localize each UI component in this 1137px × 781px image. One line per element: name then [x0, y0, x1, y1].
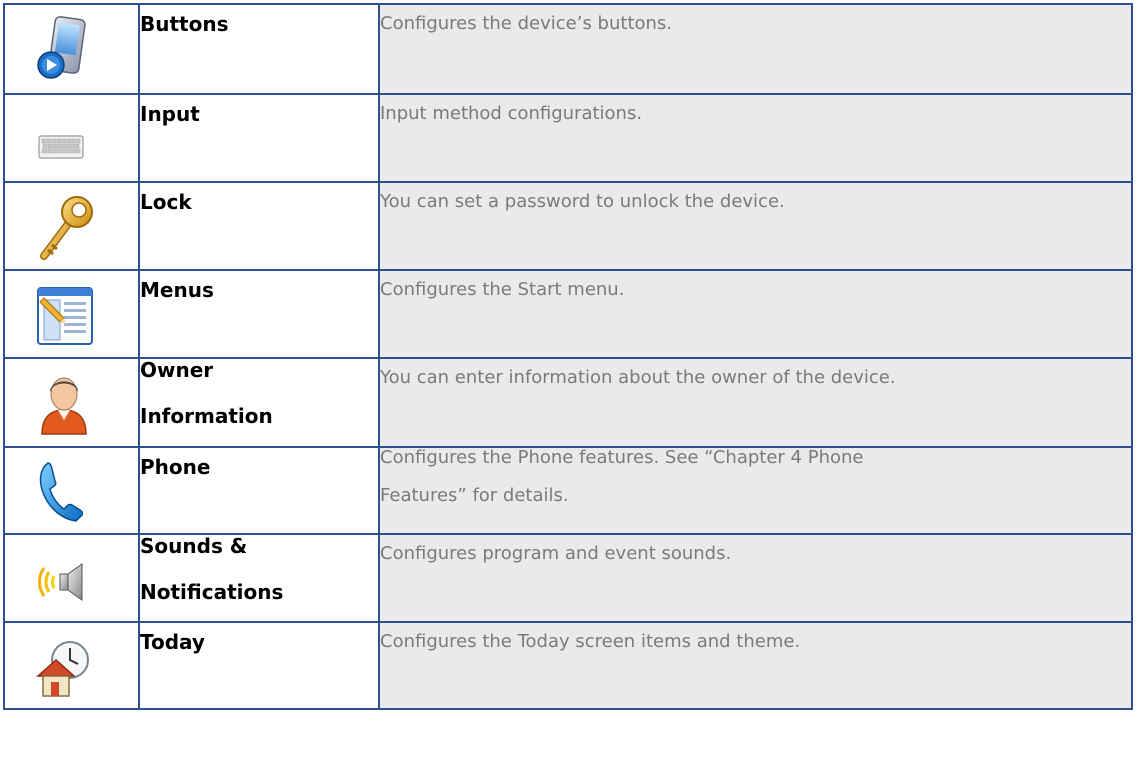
- setting-description-line-1: Configures the Phone features. See “Chap…: [380, 447, 864, 468]
- setting-description: Configures the Start menu.: [378, 269, 1133, 359]
- setting-description: You can set a password to unlock the dev…: [378, 181, 1133, 271]
- device-button-icon: [37, 16, 86, 79]
- icon-cell: [3, 533, 140, 623]
- table-row: Owner Information You can enter informat…: [3, 357, 1133, 448]
- table-row: Sounds & Notifications Configures progra…: [3, 533, 1133, 623]
- setting-description: Configures the Phone features. See “Chap…: [378, 446, 1133, 535]
- table-row: Today Configures the Today screen items …: [3, 621, 1133, 710]
- setting-name: Menus: [138, 269, 380, 359]
- icon-cell: [3, 3, 140, 95]
- setting-name-line-1: Sounds &: [140, 534, 248, 558]
- phone-handset-icon: [39, 462, 84, 522]
- key-icon: [40, 196, 93, 260]
- icon-cell: [3, 621, 140, 710]
- setting-name: Input: [138, 93, 380, 183]
- setting-name: Buttons: [138, 3, 380, 95]
- keyboard-icon: [38, 135, 84, 159]
- setting-description: Configures the device’s buttons.: [378, 3, 1133, 95]
- setting-name: Phone: [138, 446, 380, 535]
- icon-cell: [3, 357, 140, 448]
- setting-description-line-2: Features” for details.: [380, 485, 569, 506]
- owner-person-icon: [41, 377, 87, 435]
- table-row: Menus Configures the Start menu.: [3, 269, 1133, 359]
- setting-description: Configures program and event sounds.: [378, 533, 1133, 623]
- setting-description: You can enter information about the owne…: [378, 357, 1133, 448]
- table-row: Lock You can set a password to unlock th…: [3, 181, 1133, 271]
- setting-name: Owner Information: [138, 357, 380, 448]
- setting-name-line-2: Information: [140, 404, 273, 428]
- setting-name: Today: [138, 621, 380, 710]
- table-row: Input Input method configurations.: [3, 93, 1133, 183]
- setting-name-line-2: Notifications: [140, 580, 284, 604]
- table-row: Buttons Configures the device’s buttons.: [3, 3, 1133, 95]
- setting-description: Configures the Today screen items and th…: [378, 621, 1133, 710]
- menu-window-icon: [37, 287, 93, 345]
- icon-cell: [3, 181, 140, 271]
- setting-name: Sounds & Notifications: [138, 533, 380, 623]
- setting-description: Input method configurations.: [378, 93, 1133, 183]
- icon-cell: [3, 446, 140, 535]
- setting-name-line-1: Owner: [140, 358, 214, 382]
- settings-table: Buttons Configures the device’s buttons.…: [3, 3, 1133, 710]
- icon-cell: [3, 93, 140, 183]
- setting-name: Lock: [138, 181, 380, 271]
- table-row: Phone Configures the Phone features. See…: [3, 446, 1133, 535]
- speaker-sound-icon: [38, 563, 83, 601]
- icon-cell: [3, 269, 140, 359]
- home-clock-icon: [36, 641, 89, 697]
